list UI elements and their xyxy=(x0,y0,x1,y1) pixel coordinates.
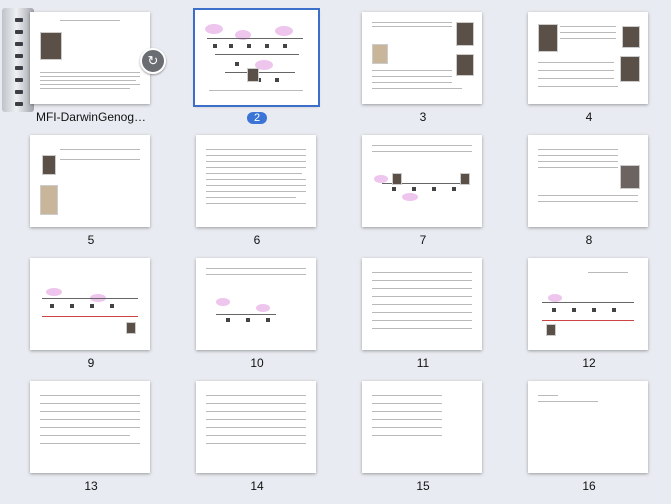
page-caption-1: MFI-DarwinGenog… xyxy=(35,110,147,124)
page-caption-3: 3 xyxy=(419,110,427,124)
page-thumbnail-10[interactable] xyxy=(196,258,316,350)
page-thumbnail-12[interactable] xyxy=(528,258,648,350)
page-thumbnail-15[interactable] xyxy=(362,381,482,473)
page-thumbnail-16[interactable] xyxy=(528,381,648,473)
page-caption-13: 13 xyxy=(84,479,98,493)
rotate-icon[interactable]: ↻ xyxy=(140,48,166,74)
page-thumbnail-7[interactable] xyxy=(362,135,482,227)
page-thumbnail-1[interactable] xyxy=(30,12,150,104)
page-thumbnail-2[interactable] xyxy=(193,8,320,107)
page-caption-16: 16 xyxy=(582,479,596,493)
page-caption-2: 2 xyxy=(182,110,332,125)
page-caption-10: 10 xyxy=(250,356,264,370)
page-thumbnail-grid: ↻ MFI-DarwinGenog… 2 3 4 5 6 7 8 9 10 11… xyxy=(0,0,671,504)
page-caption-6: 6 xyxy=(253,233,261,247)
page-thumbnail-3[interactable] xyxy=(362,12,482,104)
page-thumbnail-5[interactable] xyxy=(30,135,150,227)
page-caption-4: 4 xyxy=(585,110,593,124)
page-caption-15: 15 xyxy=(416,479,430,493)
page-thumbnail-11[interactable] xyxy=(362,258,482,350)
page-caption-9: 9 xyxy=(87,356,95,370)
page-caption-5: 5 xyxy=(87,233,95,247)
page-caption-7: 7 xyxy=(419,233,427,247)
page-caption-11: 11 xyxy=(416,356,430,370)
page-thumbnail-13[interactable] xyxy=(30,381,150,473)
page-thumbnail-9[interactable] xyxy=(30,258,150,350)
page-thumbnail-4[interactable] xyxy=(528,12,648,104)
page-thumbnail-14[interactable] xyxy=(196,381,316,473)
page-caption-8: 8 xyxy=(585,233,593,247)
page-caption-14: 14 xyxy=(250,479,264,493)
page-caption-12: 12 xyxy=(582,356,596,370)
page-thumbnail-8[interactable] xyxy=(528,135,648,227)
page-thumbnail-6[interactable] xyxy=(196,135,316,227)
